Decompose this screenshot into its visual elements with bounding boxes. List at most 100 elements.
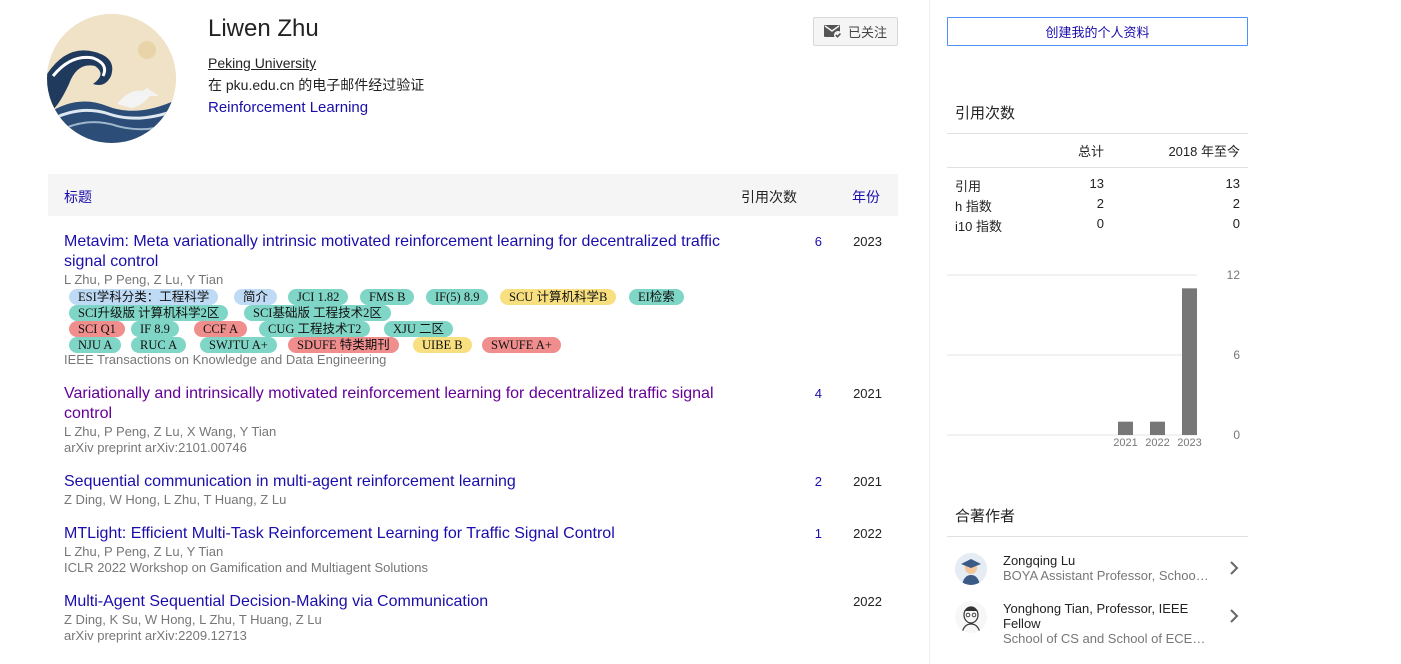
publication-title-link[interactable]: Multi-Agent Sequential Decision-Making v… bbox=[64, 592, 724, 612]
sort-by-year-link[interactable]: 年份 bbox=[852, 187, 880, 207]
stats-label: i10 指数 bbox=[955, 219, 1002, 234]
publication-cites-link[interactable]: 2 bbox=[782, 474, 822, 489]
publication-cites-link[interactable]: 1 bbox=[782, 526, 822, 541]
publication-row: MTLight: Efficient Multi-Task Reinforcem… bbox=[64, 524, 898, 576]
stats-since: 13 bbox=[1225, 176, 1240, 191]
ranking-tag[interactable]: UIBE B bbox=[413, 337, 472, 353]
ranking-tag[interactable]: IF 8.9 bbox=[131, 321, 179, 337]
chart-y-tick-label: 6 bbox=[1233, 348, 1240, 362]
citations-bar-chart: 12 6 0 2021 2022 2023 bbox=[947, 262, 1248, 454]
ranking-tag[interactable]: RUC A bbox=[131, 337, 187, 353]
cites-column-header[interactable]: 引用次数 bbox=[741, 187, 797, 207]
ranking-tag[interactable]: EI检索 bbox=[629, 289, 684, 305]
ranking-tag[interactable]: SCI升级版 计算机科学2区 bbox=[69, 305, 229, 321]
profile-avatar bbox=[47, 14, 176, 143]
ranking-tag[interactable]: XJU 二区 bbox=[384, 321, 454, 337]
ranking-tag[interactable]: SWJTU A+ bbox=[200, 337, 277, 353]
stats-label: 引用 bbox=[955, 179, 982, 194]
publication-authors: Z Ding, K Su, W Hong, L Zhu, T Huang, Z … bbox=[64, 612, 322, 627]
publication-cites-link[interactable]: 6 bbox=[782, 234, 822, 249]
chevron-right-icon bbox=[1230, 561, 1239, 575]
chart-bar[interactable] bbox=[1150, 421, 1165, 435]
publication-authors: L Zhu, P Peng, Z Lu, Y Tian bbox=[64, 272, 224, 287]
coauthor-name: Yonghong Tian, Professor, IEEE Fellow bbox=[1003, 601, 1189, 631]
publication-authors: Z Ding, W Hong, L Zhu, T Huang, Z Lu bbox=[64, 492, 287, 507]
ranking-tag[interactable]: SWUFE A+ bbox=[482, 337, 561, 353]
ranking-tag[interactable]: CCF A bbox=[194, 321, 248, 337]
publication-row: Metavim: Meta variationally intrinsic mo… bbox=[64, 232, 898, 368]
ranking-tag[interactable]: NJU A bbox=[69, 337, 122, 353]
stats-header-total: 总计 bbox=[1077, 144, 1104, 159]
chevron-right-icon bbox=[1230, 609, 1239, 623]
ranking-tag[interactable]: ESI学科分类：工程科学 bbox=[69, 289, 219, 305]
stats-since: 0 bbox=[1232, 216, 1240, 231]
ranking-tag[interactable]: SCI基础版 工程技术2区 bbox=[244, 305, 391, 321]
publication-year: 2022 bbox=[853, 594, 882, 609]
sort-by-title-link[interactable]: 标题 bbox=[64, 187, 92, 207]
publication-row: Sequential communication in multi-agent … bbox=[64, 472, 898, 508]
publication-authors: L Zhu, P Peng, Z Lu, X Wang, Y Tian bbox=[64, 424, 277, 439]
publication-venue: IEEE Transactions on Knowledge and Data … bbox=[64, 352, 387, 367]
publication-row: Variationally and intrinsically motivate… bbox=[64, 384, 898, 456]
publication-year: 2022 bbox=[853, 526, 882, 541]
coauthor-name: Zongqing Lu bbox=[1003, 553, 1076, 568]
publication-venue: arXiv preprint arXiv:2209.12713 bbox=[64, 628, 247, 643]
publication-year: 2021 bbox=[853, 386, 882, 401]
coauthor-item[interactable]: Yonghong Tian, Professor, IEEE Fellow Sc… bbox=[947, 601, 1248, 647]
publication-row: Multi-Agent Sequential Decision-Making v… bbox=[64, 592, 898, 644]
chart-x-tick-label: 2023 bbox=[1177, 437, 1201, 449]
coauthor-affiliation: BOYA Assistant Professor, Schoo… bbox=[1003, 568, 1209, 583]
citations-chart-svg: 12 6 0 2021 2022 2023 bbox=[947, 268, 1241, 449]
create-profile-button[interactable]: 创建我的个人资料 bbox=[947, 17, 1248, 46]
stats-label: h 指数 bbox=[955, 199, 992, 214]
divider-line bbox=[947, 536, 1248, 537]
coauthor-affiliation: School of CS and School of ECE… bbox=[1003, 631, 1206, 646]
ranking-tag[interactable]: FMS B bbox=[360, 289, 415, 305]
stats-header-row: 总计 2018 年至今 bbox=[947, 141, 1248, 161]
publication-authors: L Zhu, P Peng, Z Lu, Y Tian bbox=[64, 544, 224, 559]
coauthors-section-title: 合著作者 bbox=[955, 508, 1016, 525]
graduate-avatar-icon bbox=[955, 553, 987, 585]
stats-header-since: 2018 年至今 bbox=[1168, 144, 1240, 159]
coauthor-item[interactable]: Zongqing Lu BOYA Assistant Professor, Sc… bbox=[947, 553, 1248, 599]
chart-y-tick-label: 12 bbox=[1227, 268, 1241, 282]
follow-button[interactable]: 已关注 bbox=[813, 17, 898, 46]
stats-total: 0 bbox=[1096, 216, 1104, 231]
publication-year: 2021 bbox=[853, 474, 882, 489]
column-divider bbox=[929, 0, 930, 664]
chart-y-tick-label: 0 bbox=[1233, 428, 1240, 442]
stats-since: 2 bbox=[1232, 196, 1240, 211]
ranking-tag[interactable]: 简介 bbox=[234, 289, 278, 305]
ranking-tag[interactable]: SCI Q1 bbox=[69, 321, 125, 337]
publication-title-link[interactable]: Variationally and intrinsically motivate… bbox=[64, 384, 724, 424]
sketch-portrait-icon bbox=[955, 601, 987, 633]
verified-email-text: 在 pku.edu.cn 的电子邮件经过验证 bbox=[208, 77, 425, 93]
ranking-tag[interactable]: SDUFE 特类期刊 bbox=[288, 337, 399, 353]
chart-bar[interactable] bbox=[1118, 421, 1133, 435]
publication-title-link[interactable]: Sequential communication in multi-agent … bbox=[64, 472, 724, 492]
profile-name: Liwen Zhu bbox=[208, 15, 319, 42]
stats-row-i10-index: i10 指数 0 0 bbox=[947, 216, 1248, 236]
follow-label: 已关注 bbox=[847, 25, 887, 40]
ranking-tag[interactable]: SCU 计算机科学B bbox=[500, 289, 617, 305]
ranking-tag[interactable]: IF(5) 8.9 bbox=[426, 289, 489, 305]
chart-x-tick-label: 2022 bbox=[1145, 437, 1169, 449]
publications-header: 标题 引用次数 年份 bbox=[48, 174, 898, 216]
publication-venue: ICLR 2022 Workshop on Gamification and M… bbox=[64, 560, 428, 575]
stats-total: 13 bbox=[1089, 176, 1104, 191]
publication-cites-link[interactable]: 4 bbox=[782, 386, 822, 401]
publication-title-link[interactable]: Metavim: Meta variationally intrinsic mo… bbox=[64, 232, 724, 272]
publication-title-link[interactable]: MTLight: Efficient Multi-Task Reinforcem… bbox=[64, 524, 724, 544]
citations-section-title: 引用次数 bbox=[955, 105, 1016, 122]
chart-bar[interactable] bbox=[1182, 288, 1197, 435]
chart-x-tick-label: 2021 bbox=[1113, 437, 1137, 449]
citation-stats-table: 总计 2018 年至今 引用 13 13 h 指数 2 2 i10 指数 0 0 bbox=[947, 141, 1248, 236]
stats-row-citations: 引用 13 13 bbox=[947, 176, 1248, 196]
ranking-tag[interactable]: JCI 1.82 bbox=[288, 289, 349, 305]
stats-row-h-index: h 指数 2 2 bbox=[947, 196, 1248, 216]
ranking-tags: ESI学科分类：工程科学 简介 JCI 1.82 FMS B IF(5) 8.9 SCU … bbox=[64, 288, 724, 353]
ranking-tag[interactable]: CUG 工程技术T2 bbox=[259, 321, 371, 337]
stats-total: 2 bbox=[1096, 196, 1104, 211]
research-interest-link[interactable]: Reinforcement Learning bbox=[208, 99, 368, 116]
affiliation-link[interactable]: Peking University bbox=[208, 55, 316, 71]
